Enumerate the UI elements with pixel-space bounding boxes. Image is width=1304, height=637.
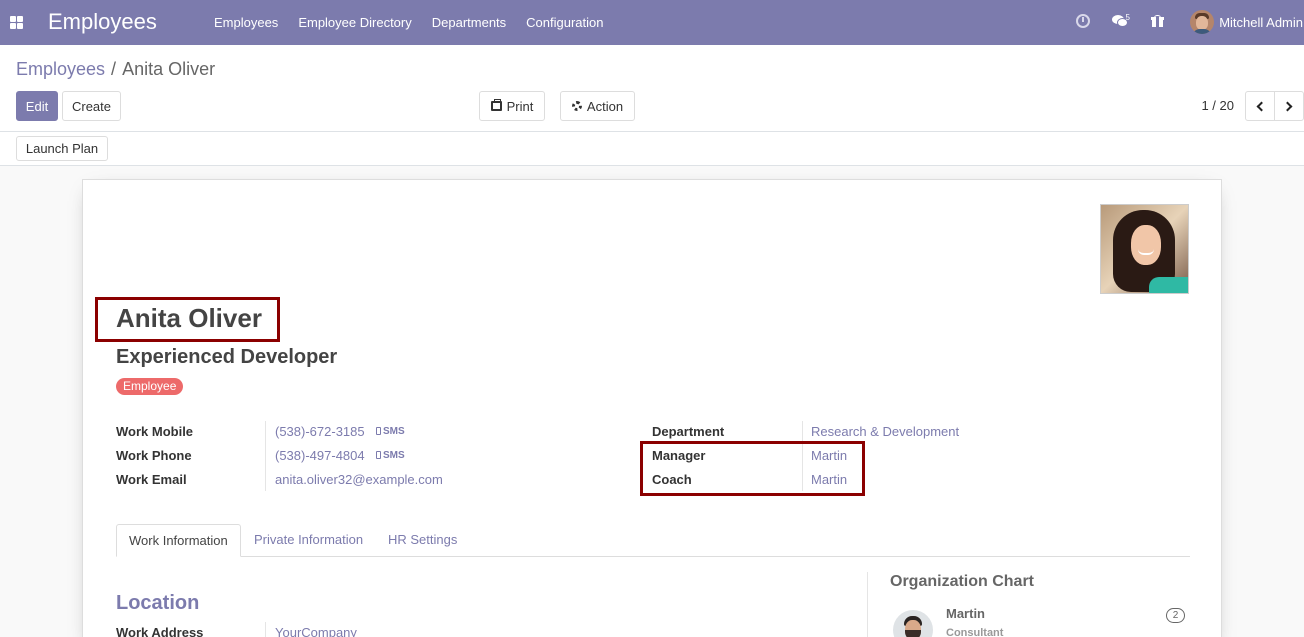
employee-job-title[interactable]: Experienced Developer	[116, 346, 337, 369]
org-chart-divider	[867, 572, 868, 637]
sms-label: SMS	[383, 450, 405, 461]
edit-button[interactable]: Edit	[16, 91, 58, 121]
action-label: Action	[586, 98, 624, 114]
tab-hr-settings[interactable]: HR Settings	[376, 524, 469, 557]
work-phone-label: Work Phone	[116, 448, 192, 463]
form-sheet: Anita Oliver Experienced Developer Emplo…	[82, 179, 1222, 637]
chevron-left-icon	[1256, 101, 1267, 111]
mobile-phone-icon	[376, 427, 381, 435]
print-icon	[490, 99, 502, 111]
chat-count-badge: 5	[1125, 13, 1130, 22]
work-phone-value[interactable]: (538)-497-4804	[275, 448, 365, 463]
top-navbar: Employees Employees Employee Directory D…	[0, 0, 1304, 45]
control-panel: Employees / Anita Oliver Edit Create Print…	[0, 45, 1304, 132]
org-chart-avatar[interactable]	[893, 610, 933, 637]
mobile-phone-icon	[376, 451, 381, 459]
employee-tag: Employee	[116, 378, 184, 395]
work-address-value[interactable]: YourCompany	[275, 625, 357, 637]
menu-departments[interactable]: Departments	[422, 0, 516, 45]
tab-private-information[interactable]: Private Information	[242, 524, 375, 557]
user-avatar[interactable]	[1190, 10, 1214, 34]
org-chart-count-badge[interactable]: 2	[1166, 608, 1185, 623]
work-email-value[interactable]: anita.oliver32@example.com	[275, 472, 443, 487]
org-chart-title: Organization Chart	[890, 573, 1035, 590]
user-name[interactable]: Mitchell Admin	[1219, 15, 1303, 30]
create-button[interactable]: Create	[62, 91, 121, 121]
left-fields-divider	[265, 421, 266, 491]
print-button[interactable]: Print	[479, 91, 545, 121]
work-address-divider	[265, 622, 266, 637]
employee-name[interactable]: Anita Oliver	[116, 303, 262, 334]
apps-menu-icon[interactable]	[10, 16, 23, 29]
form-tabs: Work Information Private Information HR …	[116, 524, 1190, 557]
employee-photo[interactable]	[1100, 204, 1189, 294]
gift-icon[interactable]	[1151, 15, 1164, 27]
action-button[interactable]: Action	[560, 91, 635, 121]
menu-configuration[interactable]: Configuration	[516, 0, 613, 45]
menu-employees[interactable]: Employees	[204, 0, 288, 45]
org-chart-role: Consultant	[946, 627, 1004, 637]
pager-value[interactable]: 1 / 20	[1201, 98, 1234, 113]
manager-coach-highlight-box	[640, 441, 865, 496]
work-email-label: Work Email	[116, 472, 187, 487]
work-address-label: Work Address	[116, 625, 204, 637]
app-title[interactable]: Employees	[48, 9, 157, 35]
breadcrumb-separator: /	[111, 59, 117, 79]
sms-label: SMS	[383, 426, 405, 437]
org-chart-name[interactable]: Martin	[946, 606, 985, 621]
tab-work-information[interactable]: Work Information	[116, 524, 241, 557]
work-mobile-value[interactable]: (538)-672-3185	[275, 424, 365, 439]
location-section-title: Location	[116, 592, 200, 614]
pager-next-button[interactable]	[1274, 91, 1304, 121]
gear-icon	[571, 101, 582, 111]
pager-previous-button[interactable]	[1245, 91, 1275, 121]
form-statusbar: Launch Plan	[0, 132, 1304, 166]
main-menu: Employees Employee Directory Departments…	[204, 0, 614, 45]
work-mobile-label: Work Mobile	[116, 424, 194, 439]
chevron-right-icon	[1282, 101, 1293, 111]
work-mobile-sms-button[interactable]: SMS	[376, 426, 405, 437]
launch-plan-button[interactable]: Launch Plan	[16, 136, 108, 161]
menu-employee-directory[interactable]: Employee Directory	[288, 0, 421, 45]
department-label: Department	[652, 424, 725, 439]
breadcrumb-current: Anita Oliver	[122, 59, 216, 79]
department-value[interactable]: Research & Development	[811, 424, 959, 439]
clock-icon[interactable]	[1076, 14, 1090, 28]
breadcrumb: Employees / Anita Oliver	[16, 59, 215, 80]
work-phone-sms-button[interactable]: SMS	[376, 450, 405, 461]
print-label: Print	[506, 98, 534, 114]
breadcrumb-employees[interactable]: Employees	[16, 59, 105, 79]
